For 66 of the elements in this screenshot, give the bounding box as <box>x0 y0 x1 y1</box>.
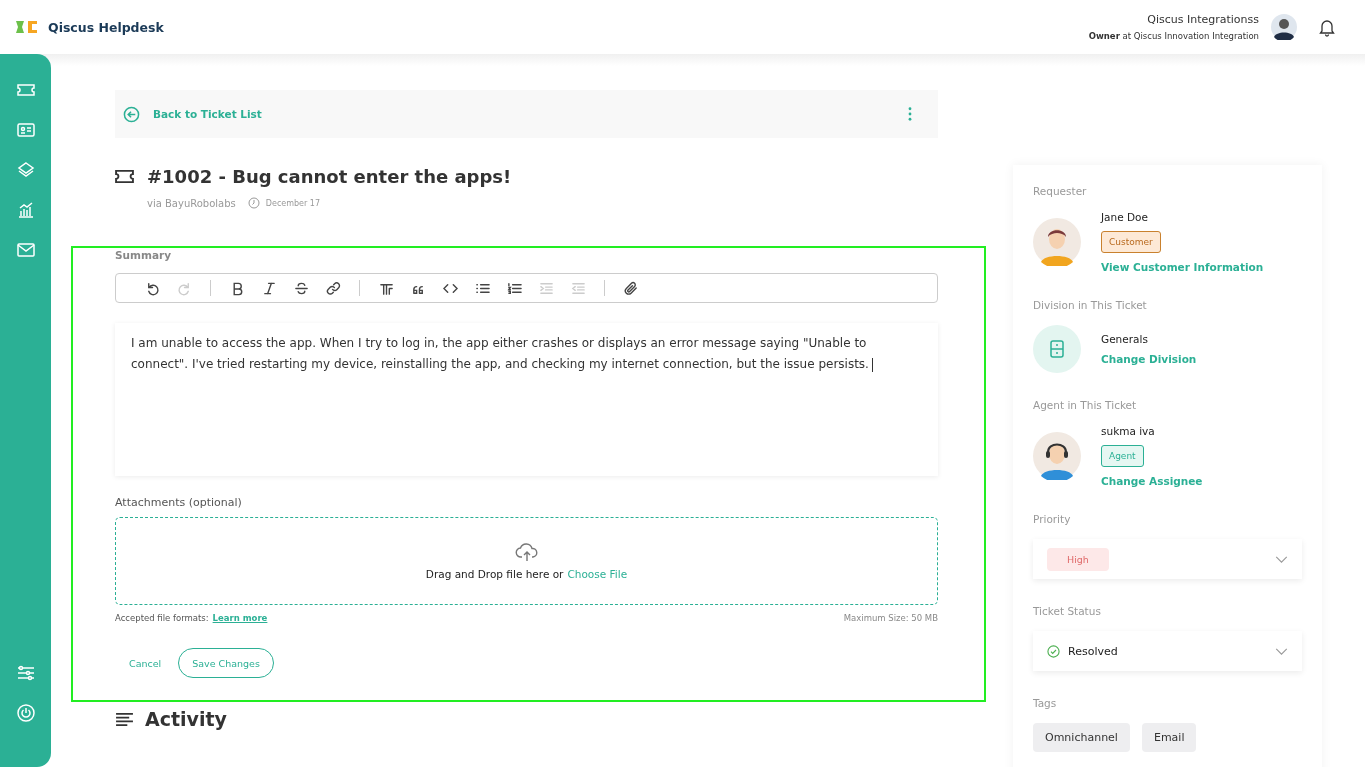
requester-name: Jane Doe <box>1101 211 1148 223</box>
status-label: Ticket Status <box>1033 605 1102 617</box>
priority-value: High <box>1047 547 1109 571</box>
clock-icon <box>247 197 260 209</box>
status-value: Resolved <box>1068 644 1118 658</box>
more-options-icon[interactable] <box>908 107 912 121</box>
contact-icon[interactable] <box>15 120 36 140</box>
summary-text: I am unable to access the app. When I try to log in, the app either crashes or displays an error message saying "Unable to connect". I've tried restarting my device, reinstalling the app, and checking my internet connection, but the issue persists. <box>131 333 922 375</box>
max-size-note: Maximum Size: 50 MB <box>843 613 938 623</box>
app-name: Qiscus Helpdesk <box>48 19 164 35</box>
numbers-icon <box>506 280 522 296</box>
tag-chip: Omnichannel <box>1033 723 1130 752</box>
cancel-button[interactable]: Cancel <box>115 657 162 669</box>
attach-icon <box>623 280 639 296</box>
ticket-source: via BayuRobolabs <box>147 197 236 209</box>
cabinet-icon <box>1050 340 1064 358</box>
outdent-icon <box>570 280 586 296</box>
agent-badge: Agent <box>1101 445 1144 467</box>
ticket-title: #1002 - Bug cannot enter the apps! <box>147 166 512 187</box>
ticket-icon <box>115 169 134 184</box>
mail-icon[interactable] <box>15 240 36 260</box>
back-link[interactable]: Back to Ticket List <box>123 105 262 123</box>
indent-icon <box>538 280 554 296</box>
chevron-down-icon <box>1275 555 1288 563</box>
customer-badge: Customer <box>1101 231 1161 253</box>
agent-name: sukma iva <box>1101 425 1155 437</box>
logo-icon <box>16 20 38 34</box>
summary-label: Summary <box>115 249 173 261</box>
check-circle-icon <box>1047 644 1060 658</box>
lines-icon <box>115 711 134 727</box>
user-role: Owner at Qiscus Innovation Integration <box>1088 31 1259 41</box>
activity-heading: Activity <box>145 708 227 730</box>
power-icon[interactable] <box>15 703 36 723</box>
link-icon <box>325 280 341 296</box>
change-assignee-link[interactable]: Change Assignee <box>1101 475 1203 487</box>
attachments-label: Attachments (optional) <box>115 496 243 509</box>
italic-icon <box>261 280 277 296</box>
customer-avatar-icon <box>1033 218 1081 266</box>
chevron-down-icon <box>1275 647 1288 655</box>
file-dropzone[interactable]: Drag and Drop file here or Choose File <box>115 517 938 605</box>
user-name: Qiscus Integrationss <box>1147 13 1259 26</box>
agent-label: Agent in This Ticket <box>1033 399 1138 411</box>
user-avatar-icon[interactable] <box>1271 14 1297 40</box>
change-division-link[interactable]: Change Division <box>1101 353 1197 365</box>
priority-label: Priority <box>1033 513 1072 525</box>
save-changes-button[interactable]: Save Changes <box>178 648 274 678</box>
division-label: Division in This Ticket <box>1033 299 1148 311</box>
learn-more-link[interactable]: Learn more <box>212 613 268 623</box>
view-customer-link[interactable]: View Customer Information <box>1101 261 1264 273</box>
bell-icon[interactable] <box>1317 17 1337 37</box>
tags-label: Tags <box>1033 697 1058 709</box>
layers-icon[interactable] <box>15 160 36 180</box>
drop-instruction: Drag and Drop file here or <box>425 568 564 580</box>
file-formats-note: Accepted file formats: <box>115 613 209 623</box>
priority-dropdown[interactable]: High <box>1033 539 1302 579</box>
ticket-date: December 17 <box>265 198 320 208</box>
choose-file-link[interactable]: Choose File <box>567 568 628 580</box>
redo-icon <box>176 280 192 296</box>
strike-icon <box>293 280 309 296</box>
requester-label: Requester <box>1033 185 1088 197</box>
cloud-upload-icon <box>514 542 539 562</box>
agent-avatar-icon <box>1033 432 1081 480</box>
settings-icon[interactable] <box>15 663 36 683</box>
division-name: Generals <box>1101 333 1148 345</box>
tag-chip: Email <box>1141 723 1197 752</box>
status-dropdown[interactable]: Resolved <box>1033 631 1302 671</box>
